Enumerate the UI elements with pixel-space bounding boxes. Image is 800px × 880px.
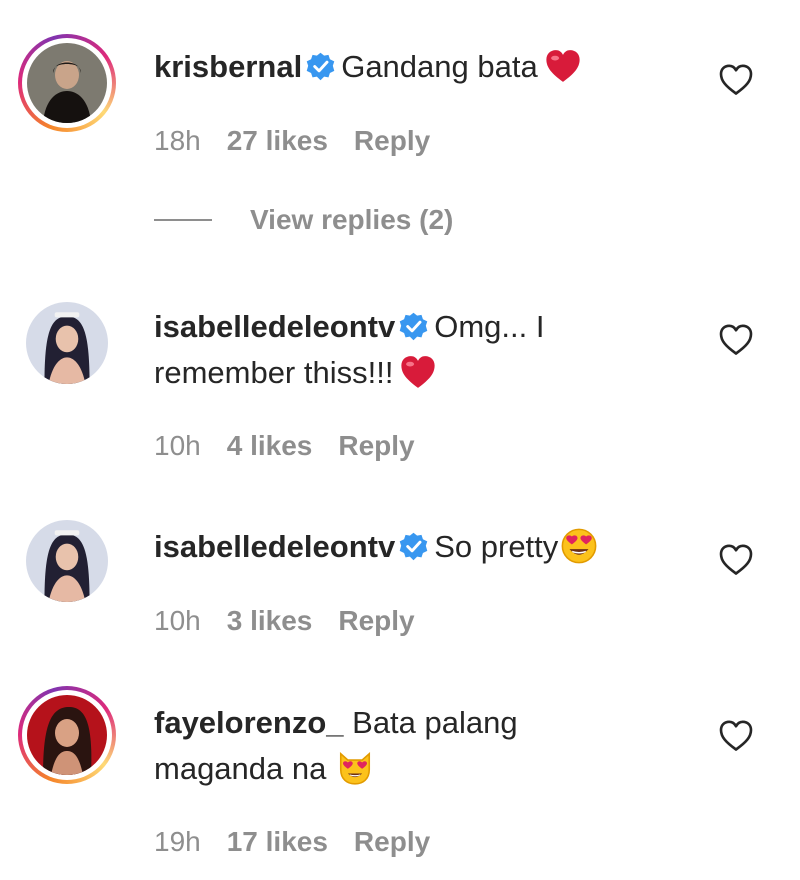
likes-count[interactable]: 3 likes <box>227 605 313 636</box>
view-replies-button[interactable]: View replies (2) <box>154 204 453 236</box>
comment-text: fayelorenzo_ Bata palang maganda na <box>154 700 684 792</box>
timestamp: 10h <box>154 430 201 461</box>
comment-meta: 19h 17 likes Reply <box>154 826 456 858</box>
avatar-image <box>27 695 107 775</box>
comment-text: isabelledeleontv So pretty <box>154 524 684 570</box>
comment-meta: 10h 3 likes Reply <box>154 605 441 637</box>
comment-body: Gandang bata <box>341 49 538 84</box>
comment-body-line1: Omg... I <box>434 309 545 344</box>
heart-emoji-icon <box>399 353 437 391</box>
verified-badge-icon <box>306 52 335 81</box>
verified-badge-icon <box>399 532 428 561</box>
comment-meta: 10h 4 likes Reply <box>154 430 441 462</box>
comment-body-line1: Bata palang <box>352 705 518 740</box>
avatar[interactable] <box>26 520 108 602</box>
heart-icon[interactable] <box>718 718 754 754</box>
username[interactable]: krisbernal <box>154 49 302 84</box>
heart-eyes-emoji-icon <box>560 527 598 565</box>
reply-button[interactable]: Reply <box>354 125 430 156</box>
likes-count[interactable]: 27 likes <box>227 125 328 156</box>
username[interactable]: fayelorenzo_ <box>154 705 344 740</box>
avatar-image <box>27 43 107 123</box>
username[interactable]: isabelledeleontv <box>154 529 395 564</box>
comment-meta: 18h 27 likes Reply <box>154 125 456 157</box>
verified-badge-icon <box>399 312 428 341</box>
heart-icon[interactable] <box>718 542 754 578</box>
timestamp: 19h <box>154 826 201 857</box>
likes-count[interactable]: 17 likes <box>227 826 328 857</box>
comment-body-line2: maganda na <box>154 751 327 786</box>
reply-button[interactable]: Reply <box>338 430 414 461</box>
heart-icon[interactable] <box>718 322 754 358</box>
comment-text: krisbernal Gandang bata <box>154 44 684 90</box>
heart-eyes-cat-emoji-icon <box>336 749 374 787</box>
avatar[interactable] <box>18 686 116 784</box>
comment-text: isabelledeleontv Omg... I remember thiss!!… <box>154 304 684 396</box>
view-replies-label: View replies (2) <box>250 204 454 235</box>
comment-body: So pretty <box>434 529 559 564</box>
avatar-image <box>26 302 108 384</box>
divider-line <box>154 219 212 221</box>
avatar[interactable] <box>26 302 108 384</box>
likes-count[interactable]: 4 likes <box>227 430 313 461</box>
avatar[interactable] <box>18 34 116 132</box>
heart-icon[interactable] <box>718 62 754 98</box>
reply-button[interactable]: Reply <box>354 826 430 857</box>
comment-body-line2: remember thiss!!! <box>154 355 394 390</box>
heart-emoji-icon <box>544 47 582 85</box>
avatar-image <box>26 520 108 602</box>
timestamp: 10h <box>154 605 201 636</box>
timestamp: 18h <box>154 125 201 156</box>
username[interactable]: isabelledeleontv <box>154 309 395 344</box>
reply-button[interactable]: Reply <box>338 605 414 636</box>
